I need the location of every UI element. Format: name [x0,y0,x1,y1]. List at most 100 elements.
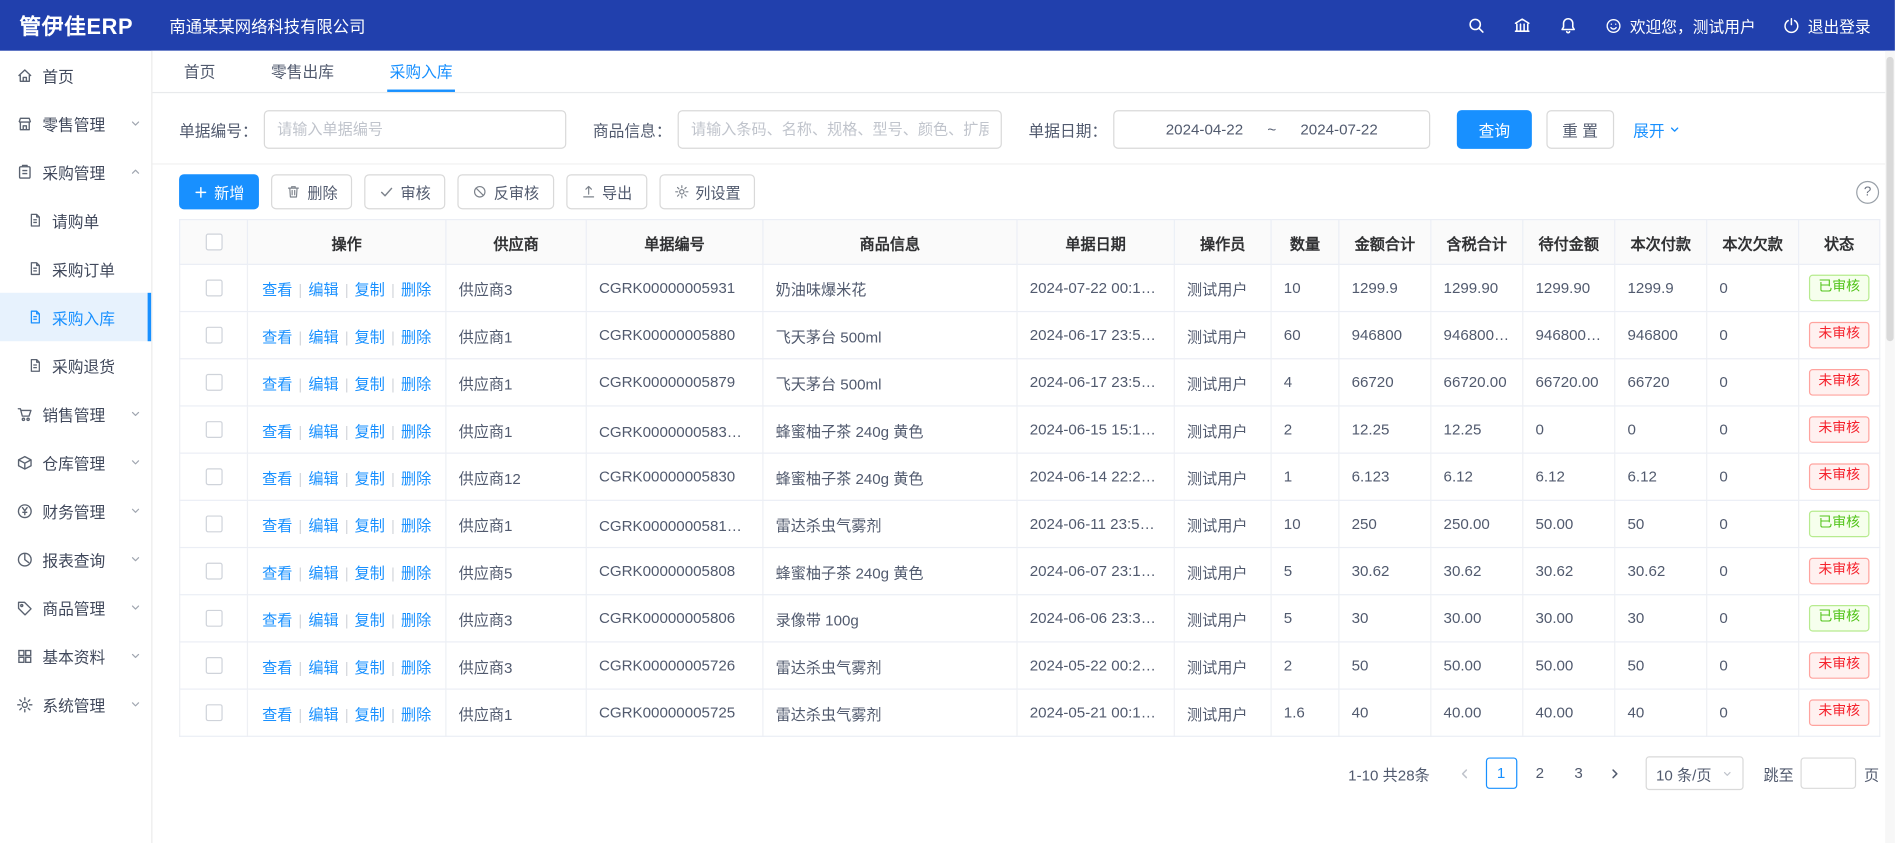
tab-retail-outbound[interactable]: 零售出库 [269,51,337,92]
date-from[interactable]: 2024-04-22 [1166,121,1243,138]
page-number-3[interactable]: 3 [1563,757,1594,788]
row-action-edit[interactable]: 编辑 [308,329,338,346]
row-checkbox[interactable] [205,280,222,297]
sidebar-subitem-purchase-request[interactable]: 请购单 [0,196,151,244]
sidebar-item-home[interactable]: 首页 [0,51,151,99]
row-action-edit[interactable]: 编辑 [308,517,338,534]
next-page-button[interactable] [1602,757,1629,788]
sidebar-item-basic-data[interactable]: 基本资料 [0,632,151,680]
row-action-view[interactable]: 查看 [262,470,292,487]
row-action-delete[interactable]: 删除 [401,470,431,487]
tab-purchase-inbound[interactable]: 采购入库 [387,51,455,92]
bank-icon[interactable] [1512,16,1531,35]
row-checkbox[interactable] [205,516,222,533]
row-action-copy[interactable]: 复制 [355,612,385,629]
bell-icon[interactable] [1558,16,1577,35]
audit-button[interactable]: 审核 [364,174,445,209]
user-welcome[interactable]: 欢迎您，测试用户 [1604,14,1755,37]
row-action-view[interactable]: 查看 [262,376,292,393]
row-action-delete[interactable]: 删除 [401,706,431,723]
row-checkbox[interactable] [205,657,222,674]
row-action-delete[interactable]: 删除 [401,564,431,581]
row-action-edit[interactable]: 编辑 [308,706,338,723]
unaudit-button[interactable]: 反审核 [457,174,553,209]
sidebar-item-system[interactable]: 系统管理 [0,680,151,728]
sidebar-item-retail[interactable]: 零售管理 [0,99,151,147]
help-icon[interactable]: ? [1856,180,1879,203]
row-action-copy[interactable]: 复制 [355,470,385,487]
sidebar-subitem-purchase-return[interactable]: 采购退货 [0,341,151,389]
page-number-1[interactable]: 1 [1485,757,1516,788]
prev-page-button[interactable] [1452,757,1479,788]
delete-button[interactable]: 删除 [271,174,352,209]
date-range-picker[interactable]: 2024-04-22 ~ 2024-07-22 [1113,110,1430,149]
page-number-2[interactable]: 2 [1524,757,1555,788]
search-icon[interactable] [1466,16,1485,35]
column-settings-button[interactable]: 列设置 [659,174,755,209]
row-action-edit[interactable]: 编辑 [308,659,338,676]
cell-bill_no: CGRK00000005816[订] [586,500,763,547]
reset-button[interactable]: 重 置 [1546,110,1613,149]
add-button[interactable]: 新增 [179,174,259,209]
row-checkbox[interactable] [205,610,222,627]
date-to[interactable]: 2024-07-22 [1300,121,1377,138]
sidebar-item-purchase[interactable]: 采购管理 [0,148,151,196]
row-action-edit[interactable]: 编辑 [308,612,338,629]
tab-home[interactable]: 首页 [182,51,218,92]
row-action-copy[interactable]: 复制 [355,423,385,440]
expand-filters-link[interactable]: 展开 [1633,118,1680,141]
scrollbar-thumb[interactable] [1886,57,1893,341]
row-action-copy[interactable]: 复制 [355,376,385,393]
select-all-checkbox[interactable] [205,234,222,251]
row-action-view[interactable]: 查看 [262,517,292,534]
row-action-view[interactable]: 查看 [262,564,292,581]
row-checkbox[interactable] [205,469,222,486]
sidebar-item-reports[interactable]: 报表查询 [0,535,151,583]
sidebar-item-finance[interactable]: 财务管理 [0,486,151,534]
row-action-delete[interactable]: 删除 [401,376,431,393]
row-action-view[interactable]: 查看 [262,281,292,298]
row-action-delete[interactable]: 删除 [401,329,431,346]
row-action-view[interactable]: 查看 [262,659,292,676]
search-button[interactable]: 查询 [1457,110,1532,149]
row-action-copy[interactable]: 复制 [355,517,385,534]
row-action-edit[interactable]: 编辑 [308,281,338,298]
sidebar-subitem-purchase-inbound[interactable]: 采购入库 [0,293,151,341]
logout-button[interactable]: 退出登录 [1782,14,1870,37]
export-button[interactable]: 导出 [566,174,647,209]
row-action-delete[interactable]: 删除 [401,517,431,534]
row-action-delete[interactable]: 删除 [401,281,431,298]
row-checkbox[interactable] [205,705,222,722]
row-checkbox[interactable] [205,563,222,580]
row-action-view[interactable]: 查看 [262,329,292,346]
chevron-down-icon [129,601,141,613]
page-size-select[interactable]: 10 条/页 [1645,756,1744,790]
chevron-up-icon [129,166,141,178]
row-action-copy[interactable]: 复制 [355,564,385,581]
row-action-copy[interactable]: 复制 [355,281,385,298]
row-action-edit[interactable]: 编辑 [308,470,338,487]
bill-no-input[interactable] [264,110,567,149]
page-scrollbar[interactable] [1885,51,1895,843]
row-action-edit[interactable]: 编辑 [308,423,338,440]
row-checkbox[interactable] [205,421,222,438]
row-action-edit[interactable]: 编辑 [308,376,338,393]
jump-to-input[interactable] [1801,757,1857,788]
row-action-copy[interactable]: 复制 [355,659,385,676]
row-checkbox[interactable] [205,374,222,391]
product-info-input[interactable] [678,110,1002,149]
row-action-copy[interactable]: 复制 [355,329,385,346]
row-action-delete[interactable]: 删除 [401,659,431,676]
sidebar-subitem-purchase-order[interactable]: 采购订单 [0,244,151,292]
row-action-view[interactable]: 查看 [262,612,292,629]
row-action-view[interactable]: 查看 [262,423,292,440]
row-action-delete[interactable]: 删除 [401,423,431,440]
row-action-delete[interactable]: 删除 [401,612,431,629]
row-action-view[interactable]: 查看 [262,706,292,723]
row-action-edit[interactable]: 编辑 [308,564,338,581]
row-action-copy[interactable]: 复制 [355,706,385,723]
sidebar-item-sales[interactable]: 销售管理 [0,390,151,438]
sidebar-item-goods[interactable]: 商品管理 [0,583,151,631]
sidebar-item-warehouse[interactable]: 仓库管理 [0,438,151,486]
row-checkbox[interactable] [205,327,222,344]
